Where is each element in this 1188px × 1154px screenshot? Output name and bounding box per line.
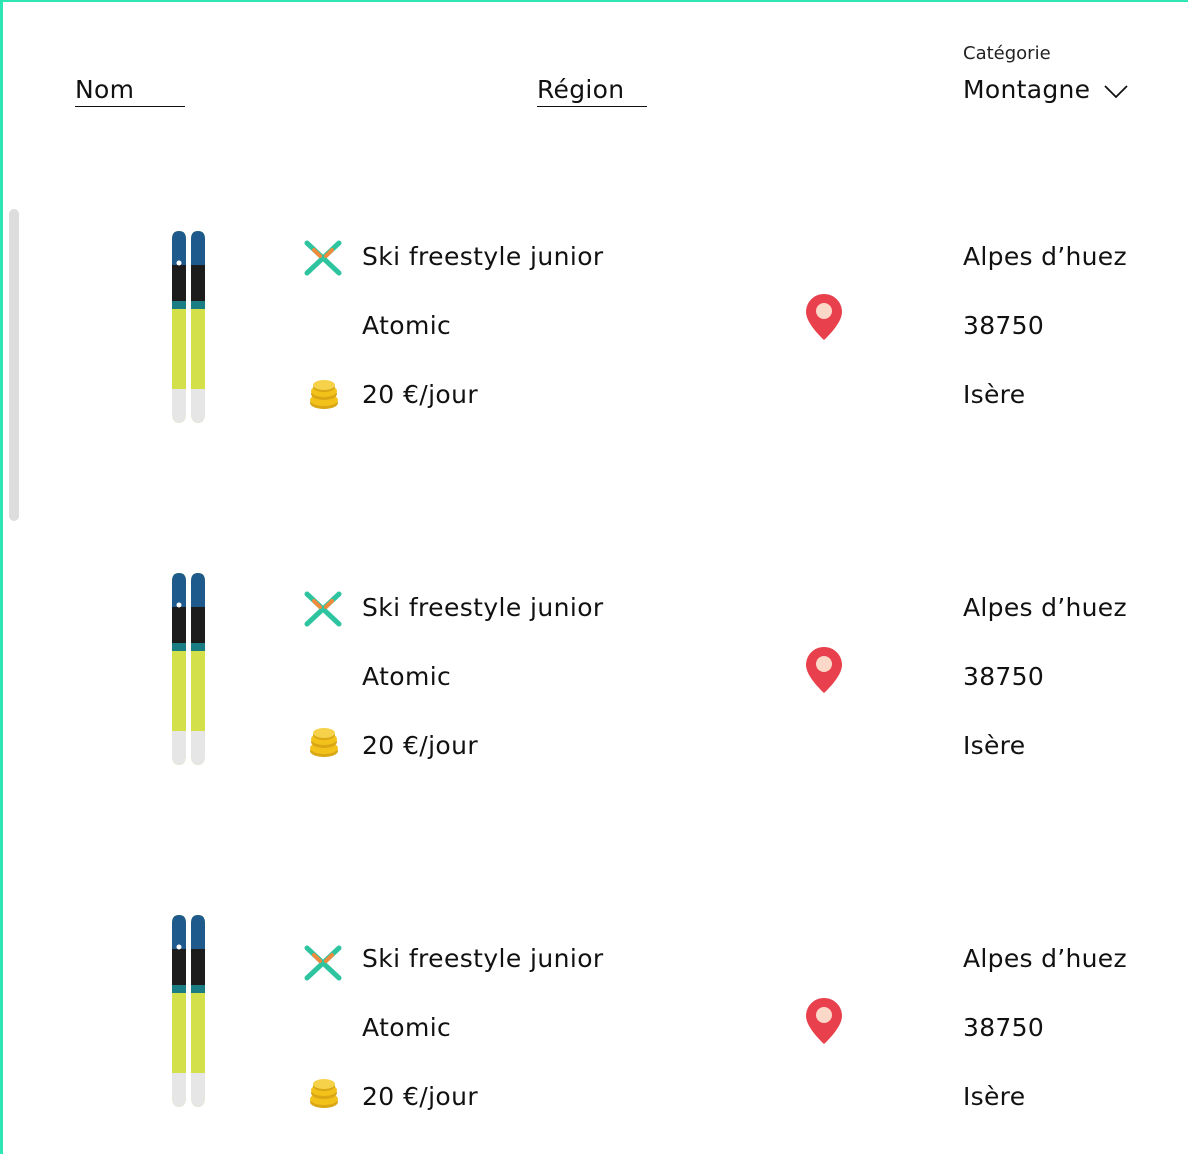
location-department: Isère (963, 731, 1026, 760)
listing-price: 20 €/jour (362, 380, 479, 409)
location-pin-icon (806, 294, 842, 340)
listing-brand: Atomic (362, 1013, 452, 1042)
location-pin-icon (806, 998, 842, 1044)
location-city: Alpes d’huez (963, 593, 1127, 622)
location-city: Alpes d’huez (963, 944, 1127, 973)
region-filter-input[interactable]: Région (537, 75, 647, 107)
ski-category-icon (304, 240, 342, 276)
coins-icon (310, 1079, 338, 1108)
ski-category-icon (304, 591, 342, 627)
chevron-down-icon (1104, 85, 1128, 99)
listing-price: 20 €/jour (362, 1082, 479, 1111)
ski-category-icon (304, 945, 342, 981)
coins-icon (310, 728, 338, 757)
category-select[interactable]: Montagne (963, 75, 1128, 105)
location-pin-icon (806, 647, 842, 693)
listing-row[interactable]: Ski freestyle junior Atomic 20 €/jour Al… (0, 915, 1188, 1115)
ski-product-image (172, 573, 205, 765)
coins-icon (310, 380, 338, 409)
location-department: Isère (963, 1082, 1026, 1111)
region-filter-label: Région (537, 75, 625, 104)
listing-brand: Atomic (362, 662, 452, 691)
ski-product-image (172, 231, 205, 423)
location-postal-code: 38750 (963, 662, 1045, 691)
listing-row[interactable]: Ski freestyle junior Atomic 20 €/jour Al… (0, 573, 1188, 773)
location-postal-code: 38750 (963, 311, 1045, 340)
category-filter: Catégorie Montagne (963, 43, 1128, 105)
window-edge-top (0, 0, 1188, 2)
listing-title: Ski freestyle junior (362, 242, 604, 271)
listing-price: 20 €/jour (362, 731, 479, 760)
listing-title: Ski freestyle junior (362, 593, 604, 622)
name-filter-input[interactable]: Nom (75, 75, 185, 107)
category-label: Catégorie (963, 43, 1051, 64)
listing-brand: Atomic (362, 311, 452, 340)
location-city: Alpes d’huez (963, 242, 1127, 271)
location-department: Isère (963, 380, 1026, 409)
name-filter-label: Nom (75, 75, 135, 104)
listing-row[interactable]: Ski freestyle junior Atomic 20 €/jour Al… (0, 231, 1188, 431)
listing-title: Ski freestyle junior (362, 944, 604, 973)
location-postal-code: 38750 (963, 1013, 1045, 1042)
ski-product-image (172, 915, 205, 1107)
category-value: Montagne (963, 75, 1091, 104)
